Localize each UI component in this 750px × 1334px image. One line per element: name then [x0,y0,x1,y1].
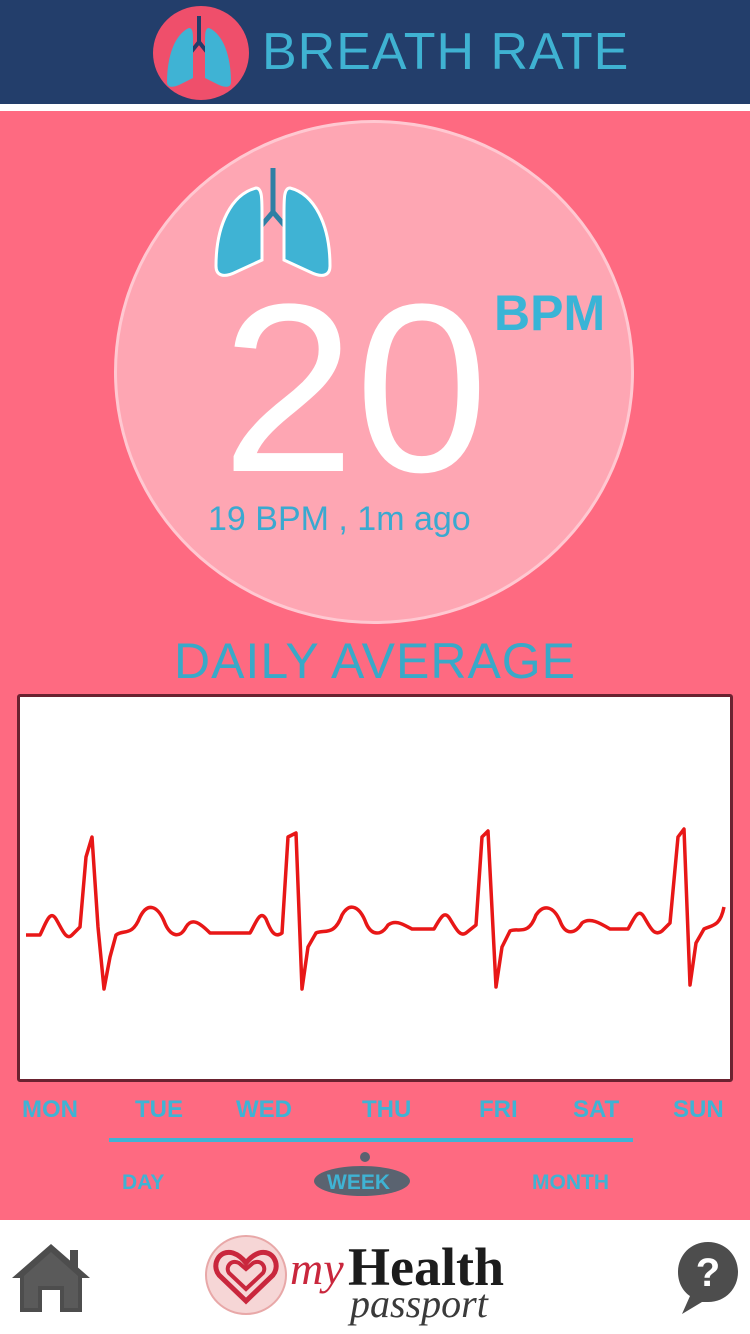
home-icon[interactable] [10,1240,92,1314]
day-label-tue: TUE [135,1096,183,1123]
waveform-chart [17,694,733,1082]
lungs-icon [153,6,249,100]
header-divider [0,104,750,111]
brand-logo: my Health passport [202,1232,552,1328]
range-option-week[interactable]: WEEK [327,1171,390,1195]
breath-rate-value: 20 [221,254,489,522]
waveform-line [26,827,726,991]
heart-logo-icon [205,1235,287,1315]
day-label-sat: SAT [573,1096,620,1123]
day-label-mon: MON [22,1096,78,1123]
brand-passport: passport [350,1281,488,1326]
day-label-wed: WED [236,1096,292,1123]
daily-average-title: DAILY AVERAGE [173,633,577,689]
brand-my: my [290,1243,344,1294]
breath-rate-unit: BPM [494,285,606,341]
help-bubble-icon[interactable]: ? [676,1240,740,1316]
range-option-day[interactable]: DAY [122,1171,164,1195]
day-label-fri: FRI [479,1096,518,1123]
day-label-sun: SUN [673,1096,724,1123]
app-title: BREATH RATE [262,23,630,81]
range-indicator-dot [360,1152,370,1162]
day-label-thu: THU [362,1096,412,1123]
previous-reading: 19 BPM , 1m ago [208,500,471,538]
header-bar: BREATH RATE [0,0,750,104]
range-track [109,1138,633,1142]
range-option-month[interactable]: MONTH [532,1171,609,1195]
svg-text:?: ? [696,1251,720,1295]
